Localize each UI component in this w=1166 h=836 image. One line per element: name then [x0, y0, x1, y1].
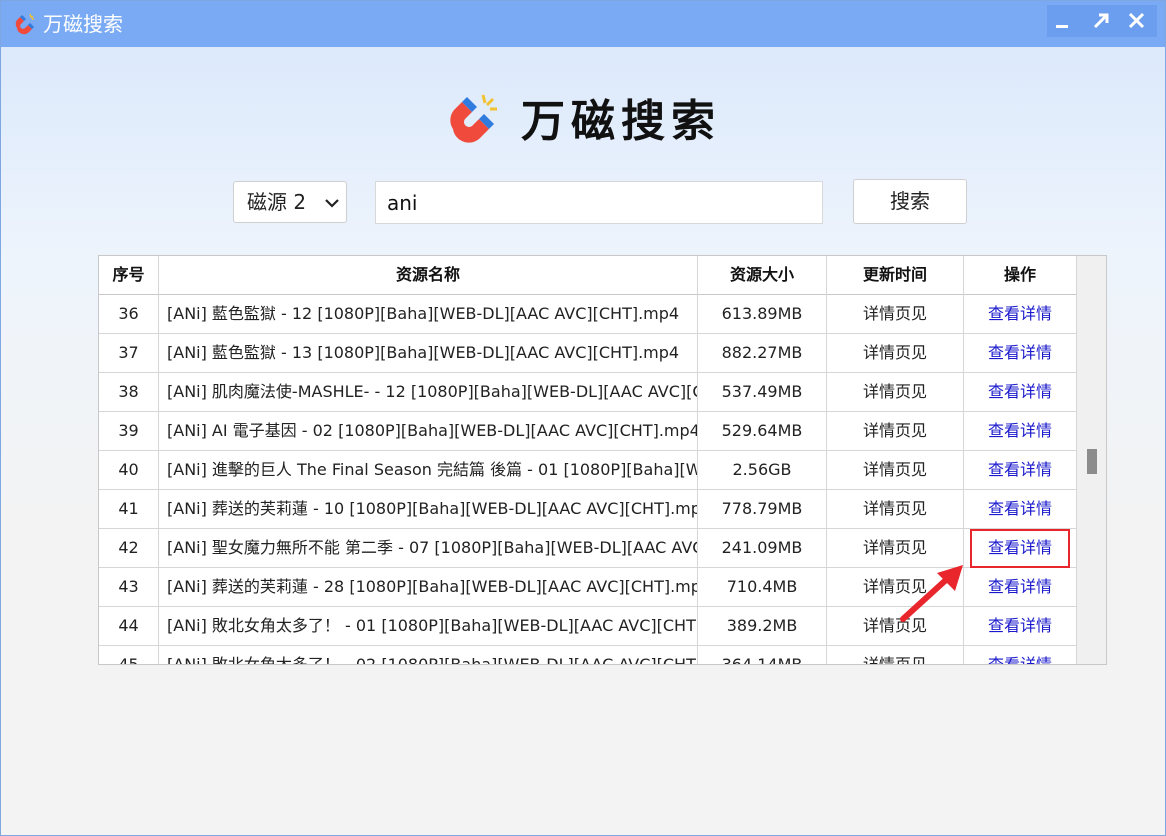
view-details-link[interactable]: 查看详情: [964, 451, 1077, 489]
row-index: 40: [99, 451, 159, 489]
view-details-link[interactable]: 查看详情: [964, 568, 1077, 606]
row-size: 613.89MB: [698, 295, 827, 333]
vertical-scrollbar[interactable]: [1077, 256, 1106, 664]
row-index: 43: [99, 568, 159, 606]
view-details-link[interactable]: 查看详情: [964, 412, 1077, 450]
view-details-link[interactable]: 查看详情: [964, 295, 1077, 333]
maximize-icon[interactable]: [1087, 7, 1115, 35]
view-details-link[interactable]: 查看详情: [964, 607, 1077, 645]
column-header-size[interactable]: 资源大小: [698, 256, 827, 295]
row-name: [ANi] 葬送的芙莉蓮 - 28 [1080P][Baha][WEB-DL][…: [159, 568, 698, 606]
minimize-icon[interactable]: [1049, 7, 1077, 35]
view-details-link[interactable]: 查看详情: [964, 529, 1077, 567]
row-name: [ANi] 藍色監獄 - 13 [1080P][Baha][WEB-DL][AA…: [159, 334, 698, 372]
row-size: 364.14MB: [698, 646, 827, 664]
row-size: 778.79MB: [698, 490, 827, 528]
row-name: [ANi] 敗北女角太多了！ - 01 [1080P][Baha][WEB-DL…: [159, 607, 698, 645]
table-row[interactable]: 41 [ANi] 葬送的芙莉蓮 - 10 [1080P][Baha][WEB-DL…: [99, 490, 1077, 529]
title-bar[interactable]: 万磁搜索: [1, 1, 1165, 47]
column-header-action[interactable]: 操作: [964, 256, 1077, 295]
row-index: 45: [99, 646, 159, 664]
scrollbar-thumb[interactable]: [1087, 449, 1097, 474]
view-details-link[interactable]: 查看详情: [964, 334, 1077, 372]
row-size: 2.56GB: [698, 451, 827, 489]
row-time: 详情页见: [827, 451, 964, 489]
table-row[interactable]: 45 [ANi] 敗北女角太多了！ - 02 [1080P][Baha][WEB-…: [99, 646, 1077, 664]
red-arrow-icon: [900, 565, 963, 622]
source-select[interactable]: 磁源 2: [233, 181, 347, 223]
row-index: 38: [99, 373, 159, 411]
column-header-index[interactable]: 序号: [99, 256, 159, 295]
row-size: 241.09MB: [698, 529, 827, 567]
view-details-link[interactable]: 查看详情: [964, 490, 1077, 528]
row-time: 详情页见: [827, 295, 964, 333]
view-details-link[interactable]: 查看详情: [964, 373, 1077, 411]
app-logo: 万磁搜索: [441, 89, 741, 155]
view-details-link[interactable]: 查看详情: [964, 646, 1077, 664]
row-index: 44: [99, 607, 159, 645]
row-index: 37: [99, 334, 159, 372]
row-name: [ANi] 葬送的芙莉蓮 - 10 [1080P][Baha][WEB-DL][…: [159, 490, 698, 528]
row-time: 详情页见: [827, 412, 964, 450]
close-icon[interactable]: [1123, 7, 1151, 35]
row-size: 882.27MB: [698, 334, 827, 372]
logo-title: 万磁搜索: [521, 96, 721, 147]
search-button[interactable]: 搜索: [853, 179, 967, 224]
row-size: 710.4MB: [698, 568, 827, 606]
table-header: 序号 资源名称 资源大小 更新时间 操作: [99, 256, 1077, 295]
chevron-down-icon: [325, 199, 339, 208]
row-size: 389.2MB: [698, 607, 827, 645]
row-name: [ANi] 聖女魔力無所不能 第二季 - 07 [1080P][Baha][WE…: [159, 529, 698, 567]
app-window: 万磁搜索 万磁搜索 磁源 2 搜索 序号 资源名称 资源大小 更新时间 操作 3…: [0, 0, 1166, 836]
row-index: 42: [99, 529, 159, 567]
search-input[interactable]: [375, 181, 823, 224]
table-row[interactable]: 37 [ANi] 藍色監獄 - 13 [1080P][Baha][WEB-DL][…: [99, 334, 1077, 373]
row-size: 537.49MB: [698, 373, 827, 411]
row-index: 41: [99, 490, 159, 528]
source-select-value: 磁源 2: [247, 190, 307, 214]
column-header-time[interactable]: 更新时间: [827, 256, 964, 295]
magnet-icon: [15, 13, 34, 35]
table-row[interactable]: 36 [ANi] 藍色監獄 - 12 [1080P][Baha][WEB-DL][…: [99, 295, 1077, 334]
magnet-icon: [450, 94, 497, 143]
row-name: [ANi] AI 電子基因 - 02 [1080P][Baha][WEB-DL]…: [159, 412, 698, 450]
row-index: 39: [99, 412, 159, 450]
row-time: 详情页见: [827, 373, 964, 411]
row-name: [ANi] 敗北女角太多了！ - 02 [1080P][Baha][WEB-DL…: [159, 646, 698, 664]
row-index: 36: [99, 295, 159, 333]
row-time: 详情页见: [827, 646, 964, 664]
row-time: 详情页见: [827, 490, 964, 528]
row-size: 529.64MB: [698, 412, 827, 450]
table-row[interactable]: 40 [ANi] 進擊的巨人 The Final Season 完結篇 後篇 - …: [99, 451, 1077, 490]
column-header-name[interactable]: 资源名称: [159, 256, 698, 295]
row-name: [ANi] 藍色監獄 - 12 [1080P][Baha][WEB-DL][AA…: [159, 295, 698, 333]
row-name: [ANi] 進擊的巨人 The Final Season 完結篇 後篇 - 01…: [159, 451, 698, 489]
row-time: 详情页见: [827, 334, 964, 372]
row-name: [ANi] 肌肉魔法使-MASHLE- - 12 [1080P][Baha][W…: [159, 373, 698, 411]
table-row[interactable]: 38 [ANi] 肌肉魔法使-MASHLE- - 12 [1080P][Baha]…: [99, 373, 1077, 412]
window-title: 万磁搜索: [43, 12, 123, 36]
table-row[interactable]: 39 [ANi] AI 電子基因 - 02 [1080P][Baha][WEB-D…: [99, 412, 1077, 451]
